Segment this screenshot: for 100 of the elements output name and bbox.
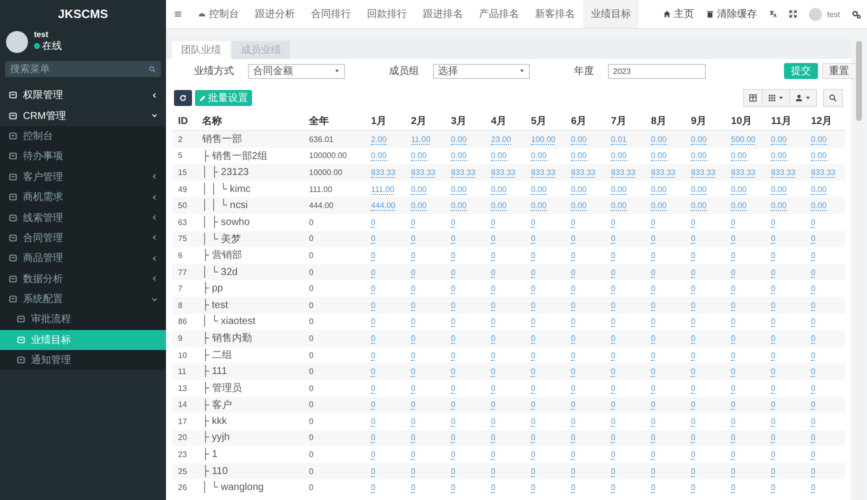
value-link[interactable]: 0	[691, 400, 696, 410]
menu-item[interactable]: 商机需求	[0, 186, 166, 208]
value-link[interactable]: 0	[571, 367, 576, 378]
value-link[interactable]: 0	[731, 466, 736, 477]
value-link[interactable]: 0	[531, 450, 536, 460]
value-link[interactable]: 0	[611, 416, 616, 427]
value-link[interactable]: 0	[651, 300, 656, 311]
value-link[interactable]: 0	[611, 450, 616, 460]
nav-tab[interactable]: 跟进排名	[415, 0, 471, 28]
value-link[interactable]: 0	[771, 334, 776, 344]
value-link[interactable]: 0	[611, 384, 616, 394]
value-link[interactable]: 0	[411, 300, 416, 311]
value-link[interactable]: 0	[371, 367, 376, 378]
value-link[interactable]: 0	[491, 433, 496, 444]
value-link[interactable]: 0	[371, 483, 376, 494]
value-link[interactable]: 0	[371, 268, 376, 278]
value-link[interactable]: 0	[811, 400, 816, 410]
value-link[interactable]: 0	[371, 284, 376, 294]
value-link[interactable]: 0	[651, 284, 656, 294]
value-link[interactable]: 0	[651, 268, 656, 278]
value-link[interactable]: 0	[731, 218, 736, 228]
value-link[interactable]: 0	[811, 218, 816, 228]
menu-item[interactable]: 商品管理	[0, 248, 166, 269]
value-link[interactable]: 0	[771, 317, 776, 328]
value-link[interactable]: 0	[691, 250, 696, 261]
value-link[interactable]: 0	[371, 350, 376, 361]
value-link[interactable]: 0	[531, 483, 536, 494]
value-link[interactable]: 0	[691, 433, 696, 444]
value-link[interactable]: 0	[611, 466, 616, 477]
value-link[interactable]: 0	[651, 334, 656, 344]
menu-item[interactable]: 客户管理	[0, 166, 166, 187]
value-link[interactable]: 0	[491, 384, 496, 394]
value-link[interactable]: 0.00	[411, 151, 427, 162]
value-link[interactable]: 0	[491, 234, 496, 244]
value-link[interactable]: 0	[611, 250, 616, 261]
value-link[interactable]: 0	[651, 234, 656, 244]
value-link[interactable]: 0	[531, 466, 536, 477]
value-link[interactable]: 0.00	[451, 184, 467, 195]
value-link[interactable]: 0	[531, 350, 536, 361]
value-link[interactable]: 0	[371, 300, 376, 311]
value-link[interactable]: 0	[771, 268, 776, 278]
menu-item[interactable]: 线索管理	[0, 207, 166, 228]
value-link[interactable]: 0.00	[371, 151, 387, 162]
value-link[interactable]: 0	[531, 250, 536, 261]
value-link[interactable]: 0	[531, 400, 536, 410]
value-link[interactable]: 0	[571, 334, 576, 344]
value-link[interactable]: 0	[731, 250, 736, 261]
menu-item[interactable]: CRM管理	[0, 105, 166, 126]
value-link[interactable]: 0	[451, 268, 456, 278]
value-link[interactable]: 0	[651, 483, 656, 494]
value-link[interactable]: 0	[771, 400, 776, 410]
value-link[interactable]: 0	[411, 384, 416, 394]
value-link[interactable]: 0	[651, 433, 656, 444]
value-link[interactable]: 0	[811, 367, 816, 378]
value-link[interactable]: 0	[371, 400, 376, 410]
nav-tab[interactable]: 新客排名	[527, 0, 583, 28]
value-link[interactable]: 0	[771, 384, 776, 394]
value-link[interactable]: 0	[611, 483, 616, 494]
value-link[interactable]: 0	[491, 250, 496, 261]
value-link[interactable]: 0	[651, 466, 656, 477]
value-link[interactable]: 0	[731, 334, 736, 344]
user-name[interactable]: test	[827, 10, 840, 18]
value-link[interactable]: 0	[411, 466, 416, 477]
value-link[interactable]: 0	[371, 450, 376, 460]
value-link[interactable]: 0.00	[571, 151, 587, 162]
value-link[interactable]: 0	[411, 218, 416, 228]
value-link[interactable]: 0	[371, 334, 376, 344]
value-link[interactable]: 0	[451, 350, 456, 361]
value-link[interactable]: 0	[451, 433, 456, 444]
value-link[interactable]: 0	[411, 400, 416, 410]
value-link[interactable]: 0	[771, 250, 776, 261]
columns-button[interactable]	[762, 89, 790, 107]
value-link[interactable]: 0.00	[691, 151, 707, 162]
value-link[interactable]: 0	[691, 334, 696, 344]
value-link[interactable]: 0	[451, 334, 456, 344]
value-link[interactable]: 0	[691, 416, 696, 427]
value-link[interactable]: 0	[611, 350, 616, 361]
value-link[interactable]: 0	[691, 350, 696, 361]
value-link[interactable]: 0.00	[771, 184, 787, 195]
value-link[interactable]: 0	[411, 234, 416, 244]
value-link[interactable]: 0	[571, 234, 576, 244]
value-link[interactable]: 0	[611, 268, 616, 278]
menu-item[interactable]: 系统配置	[0, 288, 166, 310]
nav-tab[interactable]: 控制台	[190, 0, 247, 28]
value-link[interactable]: 0	[771, 450, 776, 460]
value-link[interactable]: 0	[491, 317, 496, 328]
value-link[interactable]: 0.00	[811, 184, 827, 195]
value-link[interactable]: 0	[811, 300, 816, 311]
value-link[interactable]: 0	[611, 300, 616, 311]
value-link[interactable]: 0	[451, 234, 456, 244]
search-button[interactable]	[823, 89, 843, 107]
value-link[interactable]: 0	[691, 466, 696, 477]
header-link[interactable]: 主页	[657, 0, 700, 28]
value-link[interactable]: 0	[531, 234, 536, 244]
value-link[interactable]: 0	[811, 416, 816, 427]
value-link[interactable]: 0	[571, 384, 576, 394]
value-link[interactable]: 0	[611, 334, 616, 344]
value-link[interactable]: 0.00	[531, 184, 547, 195]
value-link[interactable]: 0	[571, 483, 576, 494]
value-link[interactable]: 0	[491, 400, 496, 410]
